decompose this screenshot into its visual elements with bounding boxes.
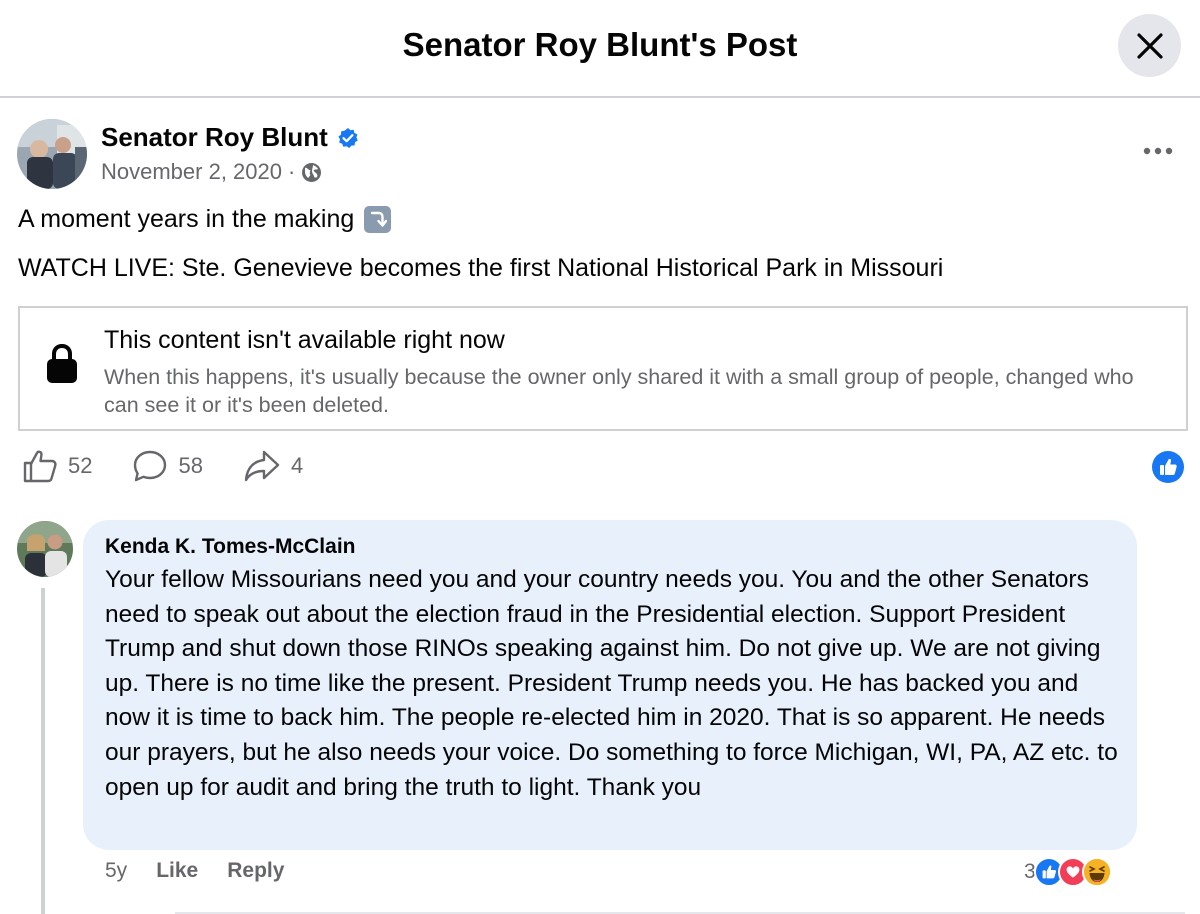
comment-reactions[interactable]: 3 bbox=[1024, 857, 1112, 887]
unavailable-title: This content isn't available right now bbox=[104, 326, 505, 354]
post-text-line1-label: A moment years in the making bbox=[18, 205, 355, 233]
post-author-name[interactable]: Senator Roy Blunt bbox=[101, 122, 328, 153]
thumbs-up-icon bbox=[23, 450, 57, 483]
share-count: 4 bbox=[290, 453, 304, 478]
comment-footer: 5y Like Reply bbox=[105, 859, 313, 883]
ellipsis-icon bbox=[1143, 147, 1173, 155]
comment-button[interactable]: 58 bbox=[132, 449, 203, 483]
post-meta: November 2, 2020 · bbox=[101, 159, 322, 185]
thread-line bbox=[41, 588, 45, 914]
meta-separator: · bbox=[288, 159, 296, 184]
unavailable-message: When this happens, it's usually because … bbox=[104, 365, 1134, 417]
page-title: Senator Roy Blunt's Post bbox=[402, 26, 798, 63]
lock-icon bbox=[47, 343, 77, 383]
close-icon bbox=[1136, 32, 1163, 59]
unavailable-content-card: This content isn't available right now W… bbox=[18, 306, 1188, 431]
like-button[interactable]: 52 bbox=[22, 449, 92, 483]
comment-text: Your fellow Missourians need you and you… bbox=[105, 566, 1118, 801]
comment-like-button[interactable]: Like bbox=[156, 859, 198, 883]
share-button[interactable]: 4 bbox=[243, 449, 303, 483]
verified-badge-icon bbox=[338, 127, 358, 148]
commenter-name[interactable]: Kenda K. Tomes-McClain bbox=[105, 535, 355, 559]
more-options-button[interactable] bbox=[1136, 136, 1180, 166]
post-text-line2: WATCH LIVE: Ste. Genevieve becomes the f… bbox=[18, 254, 944, 282]
comment-bubble: Kenda K. Tomes-McClain Your fellow Misso… bbox=[83, 520, 1137, 850]
dialog-header: Senator Roy Blunt's Post bbox=[0, 0, 1200, 98]
comment-icon bbox=[134, 450, 167, 482]
post-actions-bar: 52 58 4 bbox=[22, 448, 343, 484]
comment-age[interactable]: 5y bbox=[105, 859, 127, 883]
like-count: 52 bbox=[68, 453, 93, 478]
post-date[interactable]: November 2, 2020 bbox=[101, 159, 282, 185]
post-text-line1: A moment years in the making bbox=[18, 205, 392, 234]
comment-count: 58 bbox=[178, 453, 203, 478]
close-button[interactable] bbox=[1118, 14, 1181, 77]
haha-icon bbox=[1081, 857, 1112, 887]
like-reaction-icon[interactable] bbox=[1152, 451, 1184, 483]
share-icon bbox=[244, 450, 280, 482]
commenter-avatar[interactable] bbox=[17, 521, 73, 577]
arrow-down-emoji-icon bbox=[364, 206, 392, 233]
comment-reply-button[interactable]: Reply bbox=[227, 859, 284, 883]
globe-icon bbox=[302, 162, 322, 182]
post-author[interactable]: Senator Roy Blunt bbox=[101, 122, 359, 153]
author-avatar[interactable] bbox=[17, 119, 87, 189]
